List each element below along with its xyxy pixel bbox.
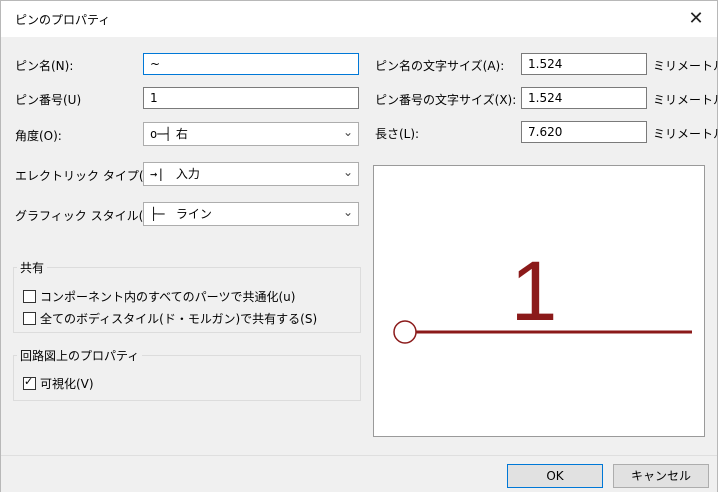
electrical-type-label: エレクトリック タイプ(E): — [15, 169, 160, 183]
pin-number-label: ピン番号(U) — [15, 93, 82, 107]
name-text-size-label: ピン名の文字サイズ(A): — [375, 59, 505, 73]
close-icon[interactable]: ✕ — [683, 6, 709, 32]
visible-label: 可視化(V) — [40, 377, 94, 391]
number-text-size-label: ピン番号の文字サイズ(X): — [375, 93, 517, 107]
chevron-down-icon: ⌄ — [342, 125, 353, 139]
pin-name-label: ピン名(N): — [15, 59, 74, 73]
name-text-size-unit: ミリメートル — [653, 59, 718, 73]
graphic-style-value: ライン — [175, 207, 212, 221]
chevron-down-icon: ⌄ — [342, 165, 353, 179]
graphic-style-label: グラフィック スタイル(S): — [15, 209, 160, 223]
angle-label: 角度(O): — [15, 129, 62, 143]
graphic-style-select[interactable]: ├─ ライン ⌄ — [143, 202, 359, 226]
cancel-button[interactable]: キャンセル — [613, 464, 709, 488]
share-across-units-checkbox[interactable]: コンポーネント内のすべてのパーツで共通化(u) — [23, 288, 295, 305]
checkbox-box — [23, 290, 36, 303]
share-across-units-label: コンポーネント内のすべてのパーツで共通化(u) — [40, 290, 296, 304]
electrical-type-select[interactable]: →| 入力 ⌄ — [143, 162, 359, 186]
electrical-type-value: 入力 — [175, 167, 200, 181]
chevron-down-icon: ⌄ — [342, 205, 353, 219]
shared-group-title: 共有 — [17, 259, 48, 276]
angle-select[interactable]: o─┤ 右 ⌄ — [143, 122, 359, 146]
checkbox-box — [23, 312, 36, 325]
pin-orientation-icon: o─┤ — [150, 127, 172, 141]
share-across-body-styles-checkbox[interactable]: 全てのボディスタイル(ド・モルガン)で共有する(S) — [23, 310, 317, 327]
dialog-footer: OK キャンセル — [1, 455, 717, 492]
name-text-size-input[interactable]: 1.524 — [521, 53, 647, 75]
window-title: ピンのプロパティ — [15, 13, 111, 27]
pin-preview-canvas: 1 — [373, 165, 705, 437]
title-bar: ピンのプロパティ ✕ — [1, 1, 717, 37]
checkmark-icon: ✓ — [24, 375, 34, 388]
length-input[interactable]: 7.620 — [521, 121, 647, 143]
share-across-body-styles-label: 全てのボディスタイル(ド・モルガン)で共有する(S) — [40, 312, 318, 326]
visible-checkbox[interactable]: ✓ 可視化(V) — [23, 375, 94, 392]
length-unit: ミリメートル — [653, 127, 718, 141]
ok-button[interactable]: OK — [507, 464, 603, 488]
schematic-properties-title: 回路図上のプロパティ — [17, 347, 143, 364]
input-arrow-icon: →| — [150, 167, 165, 181]
pin-properties-dialog: ピンのプロパティ ✕ ピン名(N): ~ ピン番号(U) 1 角度(O): o─… — [0, 0, 718, 492]
angle-value: 右 — [175, 127, 188, 141]
line-style-icon: ├─ — [150, 207, 165, 221]
checkbox-box: ✓ — [23, 375, 36, 390]
length-label: 長さ(L): — [375, 127, 420, 141]
pin-number-input[interactable]: 1 — [143, 87, 359, 109]
pin-name-input[interactable]: ~ — [143, 53, 359, 75]
number-text-size-unit: ミリメートル — [653, 93, 718, 107]
pin-number-preview: 1 — [511, 244, 558, 338]
pin-anchor-circle — [393, 320, 417, 344]
number-text-size-input[interactable]: 1.524 — [521, 87, 647, 109]
pin-preview-drawing: 1 — [393, 244, 692, 344]
